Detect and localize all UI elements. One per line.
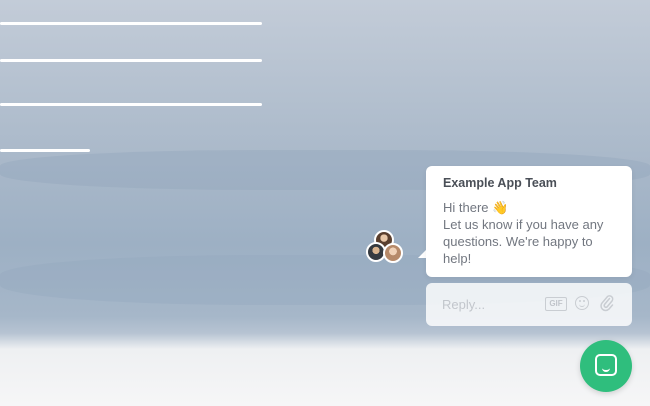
decorative-line <box>0 22 262 25</box>
message-bubble[interactable]: Example App Team Hi there 👋 Let us know … <box>426 166 632 277</box>
message-line: questions. We're happy to <box>443 234 593 249</box>
chat-launcher-button[interactable] <box>580 340 632 392</box>
message-line: help! <box>443 251 472 266</box>
chat-launcher-icon <box>595 354 617 376</box>
team-avatars <box>366 230 404 266</box>
message-line: Let us know if you have any <box>443 217 604 232</box>
message-text: Hi there 👋 Let us know if you have any q… <box>443 199 620 267</box>
reply-input[interactable] <box>442 295 532 313</box>
avatar <box>383 243 403 263</box>
decorative-line <box>0 103 262 106</box>
decorative-line <box>0 59 262 62</box>
greeting-line: Hi there 👋 <box>443 200 509 215</box>
decorative-line <box>0 149 90 152</box>
reply-composer: GIF <box>426 283 632 326</box>
emoji-icon[interactable] <box>575 296 589 310</box>
attachment-icon[interactable] <box>600 294 614 312</box>
gif-icon[interactable]: GIF <box>545 297 567 311</box>
team-name: Example App Team <box>443 176 557 190</box>
